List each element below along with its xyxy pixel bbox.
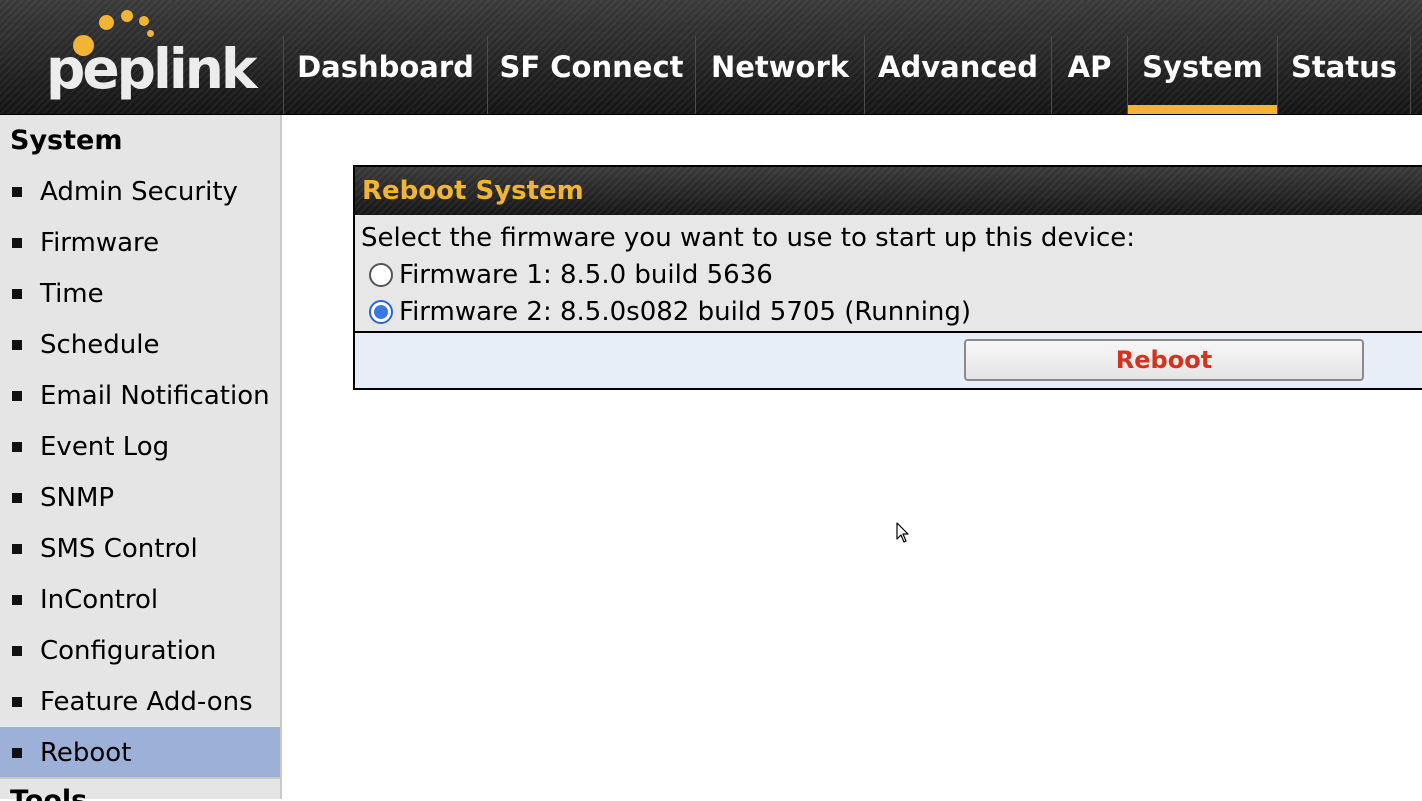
sidebar-item-time[interactable]: Time	[0, 268, 280, 319]
sidebar-item-label: SNMP	[40, 482, 115, 513]
sidebar-item-label: Time	[40, 278, 104, 309]
nav-tab-sf-connect[interactable]: SF Connect	[487, 36, 695, 114]
sidebar-item-label: InControl	[40, 584, 159, 615]
nav-tab-network[interactable]: Network	[695, 36, 864, 114]
peplink-logo[interactable]: peplink	[46, 8, 257, 108]
reboot-button-label: Reboot	[1115, 346, 1213, 374]
firmware-2-label: Firmware 2: 8.5.0s082 build 5705 (Runnin…	[399, 297, 972, 327]
sidebar-item-label: Schedule	[40, 329, 160, 360]
bullet-icon	[12, 645, 22, 656]
sidebar-item-event-log[interactable]: Event Log	[0, 421, 280, 472]
nav-tab-advanced[interactable]: Advanced	[864, 36, 1051, 114]
reboot-system-panel: Reboot System Select the firmware you wa…	[353, 165, 1422, 390]
nav-tab-status[interactable]: Status	[1277, 36, 1411, 114]
bullet-icon	[12, 441, 22, 452]
sidebar-item-label: Firmware	[40, 227, 160, 258]
reboot-button[interactable]: Reboot	[964, 339, 1364, 381]
sidebar-item-reboot[interactable]: Reboot	[0, 727, 280, 778]
sidebar-item-label: Event Log	[40, 431, 170, 462]
sidebar-item-email-notification[interactable]: Email Notification	[0, 370, 280, 421]
bullet-icon	[12, 288, 22, 299]
mouse-cursor-icon	[896, 522, 909, 543]
bullet-icon	[12, 237, 22, 248]
main-nav: Dashboard SF Connect Network Advanced AP…	[283, 36, 1411, 114]
firmware-prompt: Select the firmware you want to use to s…	[361, 223, 1136, 253]
sidebar-item-schedule[interactable]: Schedule	[0, 319, 280, 370]
logo-text: peplink	[46, 37, 257, 101]
panel-title: Reboot System	[362, 176, 584, 206]
firmware-1-radio[interactable]	[369, 263, 393, 287]
sidebar-item-firmware[interactable]: Firmware	[0, 217, 280, 268]
sidebar-item-feature-add-ons[interactable]: Feature Add-ons	[0, 676, 280, 727]
firmware-2-option[interactable]: Firmware 2: 8.5.0s082 build 5705 (Runnin…	[369, 297, 971, 327]
sidebar-item-admin-security[interactable]: Admin Security	[0, 166, 280, 217]
panel-footer: Reboot	[355, 333, 1422, 388]
sidebar-item-label: Email Notification	[40, 380, 270, 411]
panel-body: Select the firmware you want to use to s…	[355, 215, 1422, 333]
nav-tab-dashboard[interactable]: Dashboard	[283, 36, 487, 114]
firmware-2-radio[interactable]	[369, 300, 393, 324]
nav-tab-system[interactable]: System	[1127, 36, 1277, 114]
sidebar-item-sms-control[interactable]: SMS Control	[0, 523, 280, 574]
sidebar-section-tools: Tools	[0, 777, 280, 801]
sidebar-item-label: SMS Control	[40, 533, 198, 564]
top-header: peplink Dashboard SF Connect Network Adv…	[0, 0, 1422, 115]
bullet-icon	[12, 390, 22, 401]
sidebar-item-snmp[interactable]: SNMP	[0, 472, 280, 523]
sidebar-item-label: Feature Add-ons	[40, 686, 253, 717]
sidebar-item-label: Configuration	[40, 635, 217, 666]
sidebar-item-label: Admin Security	[40, 176, 238, 207]
firmware-1-option[interactable]: Firmware 1: 8.5.0 build 5636	[369, 260, 773, 290]
sidebar-item-label: Reboot	[40, 737, 132, 768]
bullet-icon	[12, 747, 22, 758]
sidebar-item-incontrol[interactable]: InControl	[0, 574, 280, 625]
bullet-icon	[12, 492, 22, 503]
bullet-icon	[12, 543, 22, 554]
bullet-icon	[12, 339, 22, 350]
bullet-icon	[12, 186, 22, 197]
sidebar-title: System	[10, 125, 123, 156]
bullet-icon	[12, 696, 22, 707]
panel-header: Reboot System	[355, 167, 1422, 215]
bullet-icon	[12, 594, 22, 605]
sidebar: System Admin Security Firmware Time Sche…	[0, 115, 282, 801]
firmware-1-label: Firmware 1: 8.5.0 build 5636	[399, 260, 773, 290]
nav-tab-ap[interactable]: AP	[1051, 36, 1127, 114]
sidebar-item-configuration[interactable]: Configuration	[0, 625, 280, 676]
